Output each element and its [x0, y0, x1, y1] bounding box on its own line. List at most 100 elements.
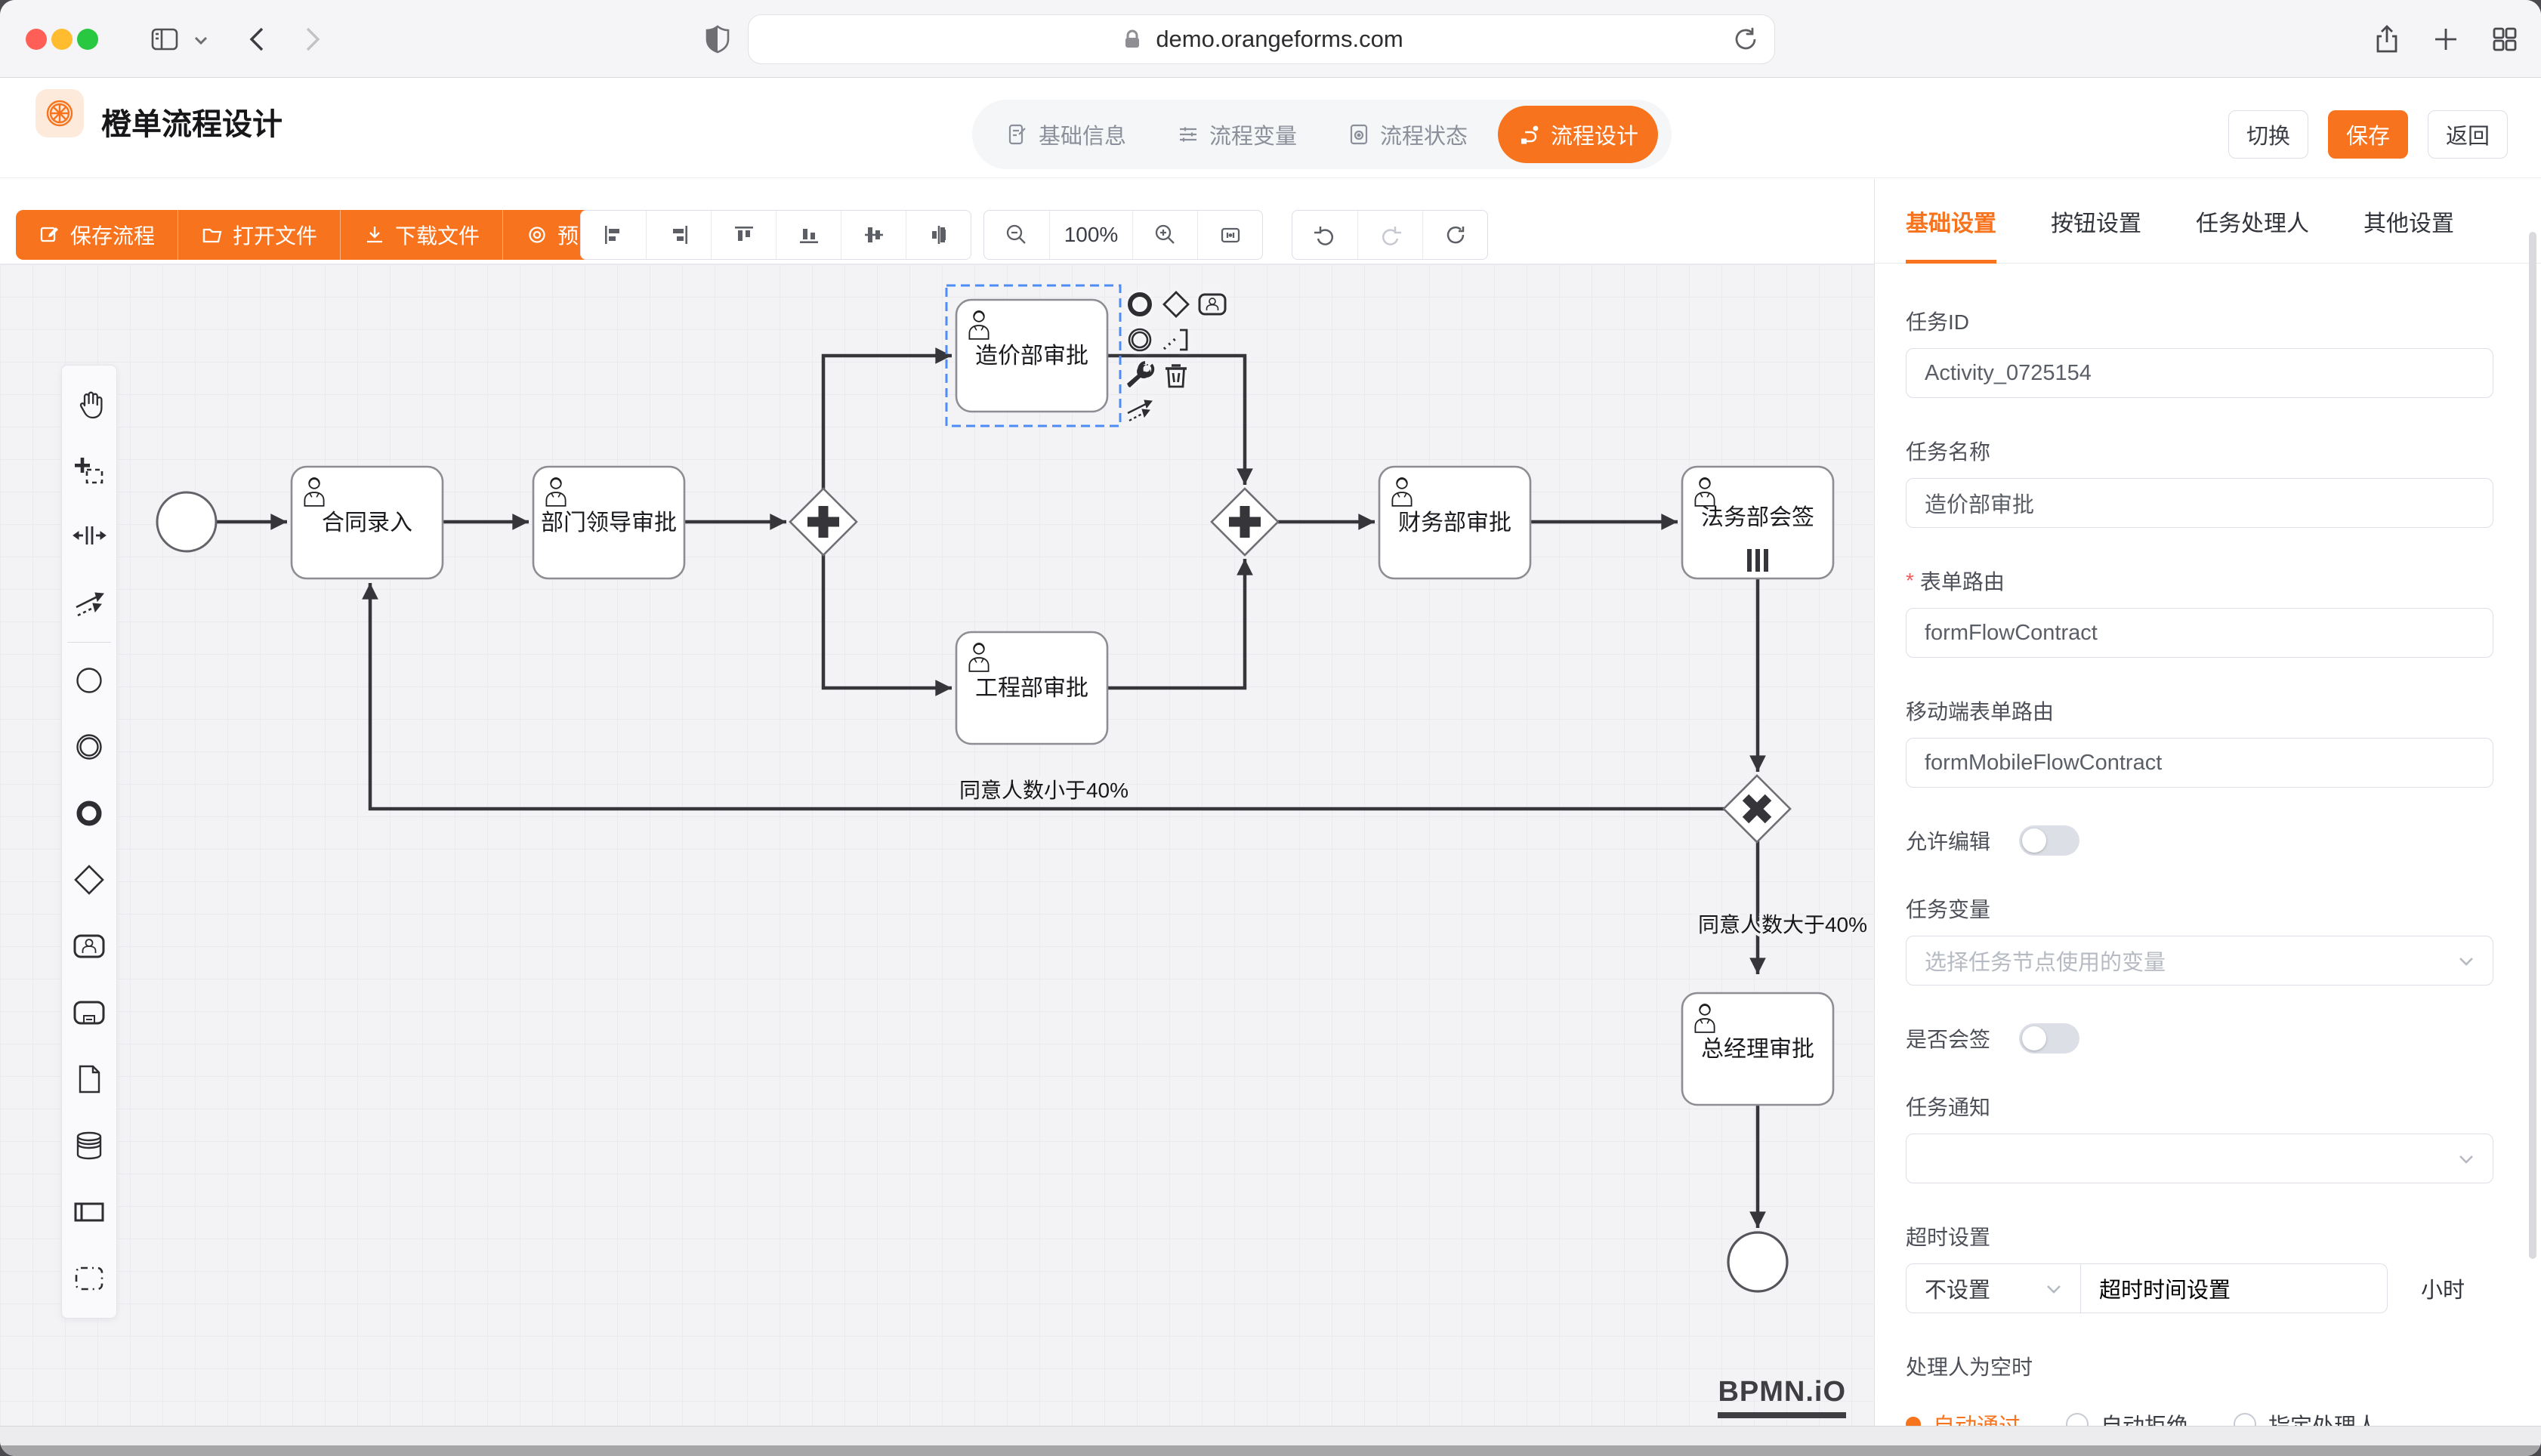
tab-button-settings[interactable]: 按钮设置 — [2051, 179, 2141, 263]
task-notify-select[interactable] — [1906, 1134, 2493, 1183]
exclusive-gateway[interactable] — [1724, 776, 1790, 842]
timeout-unit-label: 小时 — [2421, 1272, 2465, 1304]
doc-status-icon — [1347, 122, 1371, 147]
start-event[interactable] — [157, 492, 216, 551]
task-general-manager[interactable]: 总经理审批 — [1682, 993, 1833, 1105]
browser-window: demo.orangeforms.com 橙单流程设计 基础信息 — [0, 0, 2541, 1456]
task-cost-dept[interactable]: 造价部审批 — [956, 300, 1107, 412]
download-file-button[interactable]: 下载文件 — [340, 210, 502, 260]
flow-label-gt40[interactable]: 同意人数大于40% — [1698, 913, 1867, 936]
chevron-down-icon[interactable] — [190, 30, 224, 63]
zoom-window-button[interactable] — [77, 29, 98, 50]
flow-gateway1-to-engineering[interactable] — [823, 554, 952, 688]
parallel-gateway-join[interactable] — [1212, 489, 1278, 555]
new-tab-icon[interactable] — [2429, 23, 2462, 56]
append-gateway-icon[interactable] — [1159, 287, 1193, 322]
mobile-form-route-label: 移动端表单路由 — [1906, 696, 2493, 726]
minimize-window-button[interactable] — [51, 29, 73, 50]
process-tab-group: 基础信息 流程变量 流程状态 流程设计 — [972, 100, 1672, 169]
flow-label-lt40[interactable]: 同意人数小于40% — [959, 779, 1128, 802]
svg-text:工程部审批: 工程部审批 — [975, 676, 1088, 701]
panel-scrollbar[interactable] — [2529, 232, 2536, 1259]
undo-button[interactable] — [1292, 211, 1357, 259]
append-intermediate-event-icon[interactable] — [1122, 322, 1157, 357]
required-asterisk: * — [1906, 569, 1914, 593]
url-bar[interactable]: demo.orangeforms.com — [748, 14, 1775, 64]
bpmn-io-logo[interactable]: BPMN.iO — [1718, 1376, 1846, 1418]
change-type-wrench-icon[interactable] — [1122, 358, 1157, 393]
end-event[interactable] — [1728, 1232, 1787, 1291]
zoom-level[interactable]: 100% — [1049, 211, 1132, 259]
share-icon[interactable] — [2370, 23, 2404, 56]
task-id-input[interactable]: Activity_0725154 — [1906, 348, 2493, 398]
reset-button[interactable] — [1422, 211, 1487, 259]
timeout-value-input[interactable]: 超时时间设置 — [2081, 1263, 2388, 1313]
align-center-horizontal-button[interactable] — [841, 211, 906, 259]
task-name-label: 任务名称 — [1906, 436, 2493, 466]
switch-button[interactable]: 切换 — [2228, 110, 2308, 159]
task-legal-dept[interactable]: 法务部会签 — [1682, 467, 1833, 578]
return-button[interactable]: 返回 — [2428, 110, 2508, 159]
designer-toolbar: 保存流程 打开文件 下载文件 预览 100% — [0, 179, 1874, 264]
chevron-down-icon — [2044, 1279, 2064, 1299]
append-end-event-icon[interactable] — [1122, 287, 1157, 322]
close-window-button[interactable] — [26, 29, 47, 50]
allow-edit-toggle[interactable] — [2019, 825, 2079, 856]
align-bottom-button[interactable] — [776, 211, 841, 259]
task-name-input[interactable]: 造价部审批 — [1906, 478, 2493, 528]
timeout-mode-select[interactable]: 不设置 — [1906, 1263, 2081, 1313]
tab-process-status[interactable]: 流程状态 — [1327, 106, 1487, 163]
connect-tool-icon[interactable] — [1122, 393, 1157, 428]
task-contract-entry[interactable]: 合同录入 — [292, 467, 443, 578]
bottom-scrollbar-track[interactable] — [0, 1426, 2541, 1445]
form-route-input[interactable]: formFlowContract — [1906, 608, 2493, 658]
tab-basic-settings[interactable]: 基础设置 — [1906, 179, 1996, 263]
reload-icon[interactable] — [1729, 23, 1761, 55]
zoom-in-button[interactable] — [1132, 211, 1197, 259]
svg-text:总经理审批: 总经理审批 — [1701, 1037, 1814, 1062]
append-user-task-icon[interactable] — [1195, 287, 1230, 322]
panel-tab-bar: 基础设置 按钮设置 任务处理人 其他设置 — [1875, 179, 2541, 264]
task-finance-dept[interactable]: 财务部审批 — [1379, 467, 1530, 578]
align-left-button[interactable] — [581, 211, 646, 259]
zoom-button-group: 100% — [983, 210, 1263, 260]
chevron-down-icon — [2456, 1149, 2476, 1169]
panel-form: 任务ID Activity_0725154 任务名称 造价部审批 *表单路由 f… — [1906, 264, 2493, 1456]
sidebar-icon[interactable] — [148, 23, 181, 56]
append-text-annotation-icon[interactable] — [1159, 322, 1193, 357]
save-flow-button[interactable]: 保存流程 — [16, 210, 178, 260]
privacy-shield-icon[interactable] — [701, 23, 734, 56]
mobile-form-route-input[interactable]: formMobileFlowContract — [1906, 738, 2493, 788]
redo-button[interactable] — [1357, 211, 1422, 259]
bpmn-canvas[interactable]: .edge{stroke:#35353a;stroke-width:4.5;fi… — [0, 264, 1874, 1426]
tab-overview-icon[interactable] — [2488, 23, 2521, 56]
orange-logo-icon — [43, 97, 76, 130]
tab-basic-info[interactable]: 基础信息 — [986, 106, 1146, 163]
multi-instance-marker — [1747, 549, 1768, 572]
delete-trash-icon[interactable] — [1159, 358, 1193, 393]
parallel-gateway-split[interactable] — [790, 489, 857, 555]
tab-process-variables[interactable]: 流程变量 — [1156, 106, 1317, 163]
chevron-down-icon — [2456, 952, 2476, 971]
empty-assignee-label: 处理人为空时 — [1906, 1351, 2493, 1381]
save-button[interactable]: 保存 — [2328, 110, 2408, 159]
open-file-button[interactable]: 打开文件 — [178, 210, 340, 260]
task-variable-select[interactable]: 选择任务节点使用的变量 — [1906, 936, 2493, 986]
fit-viewport-button[interactable] — [1197, 211, 1262, 259]
tab-process-design[interactable]: 流程设计 — [1498, 106, 1658, 163]
zoom-out-button[interactable] — [984, 211, 1049, 259]
app-logo — [36, 89, 84, 137]
flow-engineering-to-gateway2[interactable] — [1107, 559, 1245, 688]
align-center-vertical-button[interactable] — [906, 211, 971, 259]
task-engineering-dept[interactable]: 工程部审批 — [956, 632, 1107, 744]
svg-text:造价部审批: 造价部审批 — [975, 344, 1088, 369]
flow-gateway1-to-cost[interactable] — [823, 356, 952, 489]
forward-button[interactable] — [295, 23, 328, 56]
align-right-button[interactable] — [646, 211, 711, 259]
tab-other-settings[interactable]: 其他设置 — [2363, 179, 2454, 263]
task-dept-leader[interactable]: 部门领导审批 — [533, 467, 684, 578]
tab-task-assignee[interactable]: 任务处理人 — [2196, 179, 2309, 263]
back-button[interactable] — [242, 23, 275, 56]
countersign-toggle[interactable] — [2019, 1023, 2079, 1053]
align-top-button[interactable] — [711, 211, 776, 259]
